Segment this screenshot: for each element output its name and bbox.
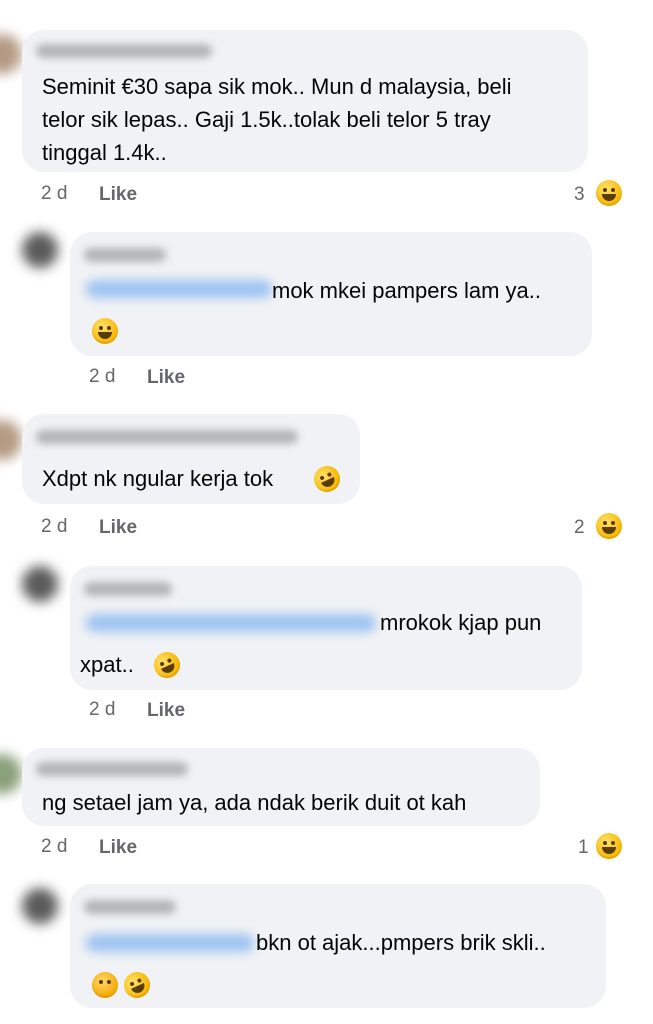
avatar[interactable] [0, 754, 22, 794]
mention-link[interactable] [86, 614, 376, 632]
commenter-name[interactable] [36, 762, 188, 776]
like-button[interactable]: Like [147, 700, 185, 722]
comment-time: 2 d [41, 516, 68, 537]
comment-bubble: ng setael jam ya, ada ndak berik duit ot… [22, 748, 540, 826]
comment-text-line: tinggal 1.4k.. [42, 140, 167, 165]
avatar[interactable] [22, 232, 58, 268]
commenter-name[interactable] [36, 430, 298, 444]
mention-link[interactable] [86, 280, 272, 298]
comment-text: ng setael jam ya, ada ndak berik duit ot… [42, 790, 467, 815]
hand-over-mouth-emoji-icon [92, 972, 118, 998]
commenter-name[interactable] [84, 900, 176, 914]
comment-bubble: Xdpt nk ngular kerja tok [22, 414, 360, 504]
laughing-emoji-icon[interactable] [596, 833, 622, 859]
reply-bubble: mok mkei pampers lam ya.. [70, 232, 592, 356]
comment-text: Xdpt nk ngular kerja tok [42, 466, 274, 491]
like-button[interactable]: Like [99, 837, 137, 859]
like-button[interactable]: Like [99, 517, 137, 539]
mention-link[interactable] [86, 934, 254, 952]
comment-text-line: Seminit €30 sapa sik mok.. Mun d malaysi… [42, 74, 512, 99]
reaction-count[interactable]: 1 [578, 837, 589, 859]
commenter-name[interactable] [36, 44, 212, 58]
reaction-count[interactable]: 3 [574, 184, 585, 206]
reply-bubble: mrokok kjap pun xpat.. [70, 566, 582, 690]
comment-time: 2 d [41, 183, 68, 204]
reply-text: mrokok kjap pun [380, 610, 542, 635]
reply-text: bkn ot ajak...pmpers brik skli.. [256, 930, 546, 955]
avatar[interactable] [0, 420, 22, 460]
like-button[interactable]: Like [99, 184, 137, 206]
laughing-emoji-icon[interactable] [596, 180, 622, 206]
sweat-smile-emoji-icon [92, 318, 118, 344]
laughing-emoji-icon[interactable] [596, 513, 622, 539]
comment-bubble: Seminit €30 sapa sik mok.. Mun d malaysi… [22, 30, 588, 172]
comment-text-line: telor sik lepas.. Gaji 1.5k..tolak beli … [42, 107, 491, 132]
rofl-emoji-icon [119, 967, 155, 1003]
reaction-count[interactable]: 2 [574, 517, 585, 539]
comment-time: 2 d [89, 699, 116, 720]
comment-time: 2 d [89, 366, 116, 387]
commenter-name[interactable] [84, 248, 166, 262]
reply-bubble: bkn ot ajak...pmpers brik skli.. [70, 884, 606, 1008]
commenter-name[interactable] [84, 582, 172, 596]
reply-text-line2: xpat.. [80, 652, 134, 677]
like-button[interactable]: Like [147, 367, 185, 389]
rofl-emoji-icon [309, 461, 345, 497]
avatar[interactable] [0, 34, 22, 74]
avatar[interactable] [22, 566, 58, 602]
comment-time: 2 d [41, 836, 68, 857]
reply-text: mok mkei pampers lam ya.. [272, 278, 541, 303]
avatar[interactable] [22, 888, 58, 924]
rofl-emoji-icon [149, 647, 185, 683]
